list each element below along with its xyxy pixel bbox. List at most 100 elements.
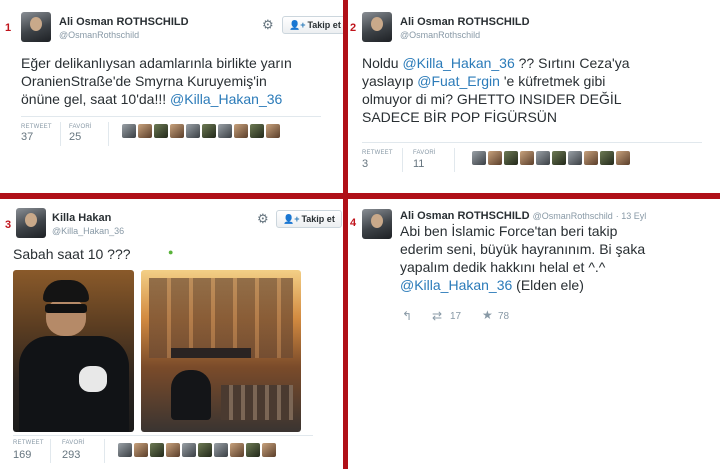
tweet-text-line: Abi ben İslamic Force'tan beri takip <box>400 222 645 240</box>
tweet-text-segment: OranienStraße'de Smyrna Kuruyemiş'in <box>21 73 267 89</box>
retweet-icon[interactable]: ⇄ <box>432 309 442 323</box>
retweeter-avatar[interactable] <box>584 151 598 165</box>
retweeter-avatar[interactable] <box>138 124 152 138</box>
author-name[interactable]: Ali Osman ROTHSCHILD <box>59 16 189 28</box>
photo-figure <box>171 370 211 420</box>
tweet-text-line: SADECE BİR POP FİGÜRSÜN <box>362 108 629 126</box>
dot-icon: ● <box>168 247 174 257</box>
tweet-date[interactable]: · 13 Eyl <box>616 211 647 221</box>
avatar[interactable] <box>21 12 51 42</box>
follow-button[interactable]: 👤+ Takip et <box>276 210 342 228</box>
panel-number: 4 <box>350 217 357 229</box>
retweeter-avatar[interactable] <box>472 151 486 165</box>
tweet-panel-1: 1 Ali Osman ROTHSCHILD @OsmanRothschild … <box>0 0 343 193</box>
tweet-text-segment: Abi ben İslamic Force'tan beri takip <box>400 223 618 239</box>
retweeter-avatar[interactable] <box>202 124 216 138</box>
author-name[interactable]: Killa Hakan <box>52 212 111 224</box>
retweeter-avatar[interactable] <box>230 443 244 457</box>
retweet-count[interactable]: 17 <box>450 311 461 322</box>
retweeter-avatar[interactable] <box>198 443 212 457</box>
stat-separator <box>104 439 105 463</box>
follow-label: Takip et <box>301 214 335 224</box>
author-handle[interactable]: @OsmanRothschild <box>400 30 480 40</box>
retweeter-avatar[interactable] <box>536 151 550 165</box>
tweet-text-segment: Eğer delikanlıysan adamlarınla birlikte … <box>21 55 292 71</box>
follow-button[interactable]: 👤+ Takip et <box>282 16 343 34</box>
tweet-text-segment: ?? Sırtını Ceza'ya <box>514 55 630 71</box>
retweeter-avatar[interactable] <box>122 124 136 138</box>
retweeter-avatar[interactable] <box>150 443 164 457</box>
star-icon[interactable]: ★ <box>482 308 493 322</box>
tweet-text: Noldu @Killa_Hakan_36 ?? Sırtını Ceza'ya… <box>362 54 629 126</box>
retweeter-avatar[interactable] <box>600 151 614 165</box>
tweet-text-segment: önüne gel, saat 10'da!!! <box>21 91 171 107</box>
retweeter-avatar[interactable] <box>214 443 228 457</box>
retweeter-avatar[interactable] <box>552 151 566 165</box>
retweeter-avatars[interactable] <box>122 124 280 138</box>
retweeter-avatar[interactable] <box>134 443 148 457</box>
retweeter-avatar[interactable] <box>154 124 168 138</box>
avatar[interactable] <box>362 209 392 239</box>
author-handle[interactable]: @OsmanRothschild <box>59 30 139 40</box>
author-handle[interactable]: @Killa_Hakan_36 <box>52 226 124 236</box>
retweeter-avatar[interactable] <box>166 443 180 457</box>
retweeter-avatar[interactable] <box>568 151 582 165</box>
reply-icon[interactable]: ↰ <box>402 309 412 323</box>
tweet-text-line: olmuyor di mi? GHETTO INSIDER DEĞİL <box>362 90 629 108</box>
mention-link[interactable]: @Killa_Hakan_36 <box>170 91 282 107</box>
retweet-count[interactable]: 169 <box>13 449 31 461</box>
retweeter-avatar[interactable] <box>234 124 248 138</box>
avatar[interactable] <box>16 208 46 238</box>
retweeter-avatar[interactable] <box>246 443 260 457</box>
tweet-text-segment: yaslayıp <box>362 73 418 89</box>
retweeter-avatars[interactable] <box>118 443 276 457</box>
photo-figure <box>19 336 129 432</box>
author-name[interactable]: Ali Osman ROTHSCHILD <box>400 210 530 222</box>
tweet-text-line: önüne gel, saat 10'da!!! @Killa_Hakan_36 <box>21 90 292 108</box>
photo-figure <box>45 304 87 313</box>
tweet-text-line: yapalım dedik hakkını helal et ^.^ <box>400 258 645 276</box>
retweeter-avatar[interactable] <box>266 124 280 138</box>
mention-link[interactable]: @Killa_Hakan_36 <box>400 277 512 293</box>
mention-link[interactable]: @Fuat_Ergin <box>417 73 500 89</box>
retweeter-avatar[interactable] <box>182 443 196 457</box>
mention-link[interactable]: @Killa_Hakan_36 <box>402 55 514 71</box>
tweet-photo[interactable] <box>13 270 134 432</box>
tweet-panel-4: 4 Ali Osman ROTHSCHILD @OsmanRothschild · … <box>348 199 720 469</box>
retweeter-avatar[interactable] <box>218 124 232 138</box>
photo-building <box>149 278 293 358</box>
favorite-count[interactable]: 293 <box>62 449 80 461</box>
favorite-count[interactable]: 11 <box>413 158 424 170</box>
gear-icon[interactable]: ⚙ <box>257 211 269 227</box>
separator <box>21 116 321 117</box>
tweet-text-line: Sabah saat 10 ??? <box>13 245 131 263</box>
retweet-count[interactable]: 37 <box>21 131 33 143</box>
retweet-count[interactable]: 3 <box>362 158 368 170</box>
favorite-count[interactable]: 25 <box>69 131 81 143</box>
retweet-label: RETWEET <box>13 440 44 446</box>
tweet-text-segment: olmuyor di mi? GHETTO INSIDER DEĞİL <box>362 91 622 107</box>
retweeter-avatar[interactable] <box>170 124 184 138</box>
retweeter-avatar[interactable] <box>118 443 132 457</box>
tweet-text-segment: yapalım dedik hakkını helal et ^.^ <box>400 259 606 275</box>
retweeter-avatar[interactable] <box>262 443 276 457</box>
tweet-panel-3: 3 Killa Hakan @Killa_Hakan_36 ⚙ 👤+ Takip … <box>0 199 343 469</box>
gear-icon[interactable]: ⚙ <box>262 17 274 33</box>
author-handle[interactable]: @OsmanRothschild <box>533 211 613 221</box>
add-user-icon: 👤+ <box>283 214 300 224</box>
favorite-label: FAVORİ <box>62 440 85 446</box>
retweeter-avatar[interactable] <box>250 124 264 138</box>
avatar[interactable] <box>362 12 392 42</box>
retweet-label: RETWEET <box>362 150 393 156</box>
tweet-text-line: @Killa_Hakan_36 (Elden ele) <box>400 276 645 294</box>
retweeter-avatars[interactable] <box>472 151 630 165</box>
retweeter-avatar[interactable] <box>616 151 630 165</box>
retweeter-avatar[interactable] <box>520 151 534 165</box>
favorite-count[interactable]: 78 <box>498 311 509 322</box>
retweeter-avatar[interactable] <box>504 151 518 165</box>
author-name[interactable]: Ali Osman ROTHSCHILD <box>400 16 530 28</box>
retweeter-avatar[interactable] <box>488 151 502 165</box>
tweet-photo[interactable] <box>141 270 301 432</box>
retweeter-avatar[interactable] <box>186 124 200 138</box>
stat-separator <box>50 439 51 463</box>
